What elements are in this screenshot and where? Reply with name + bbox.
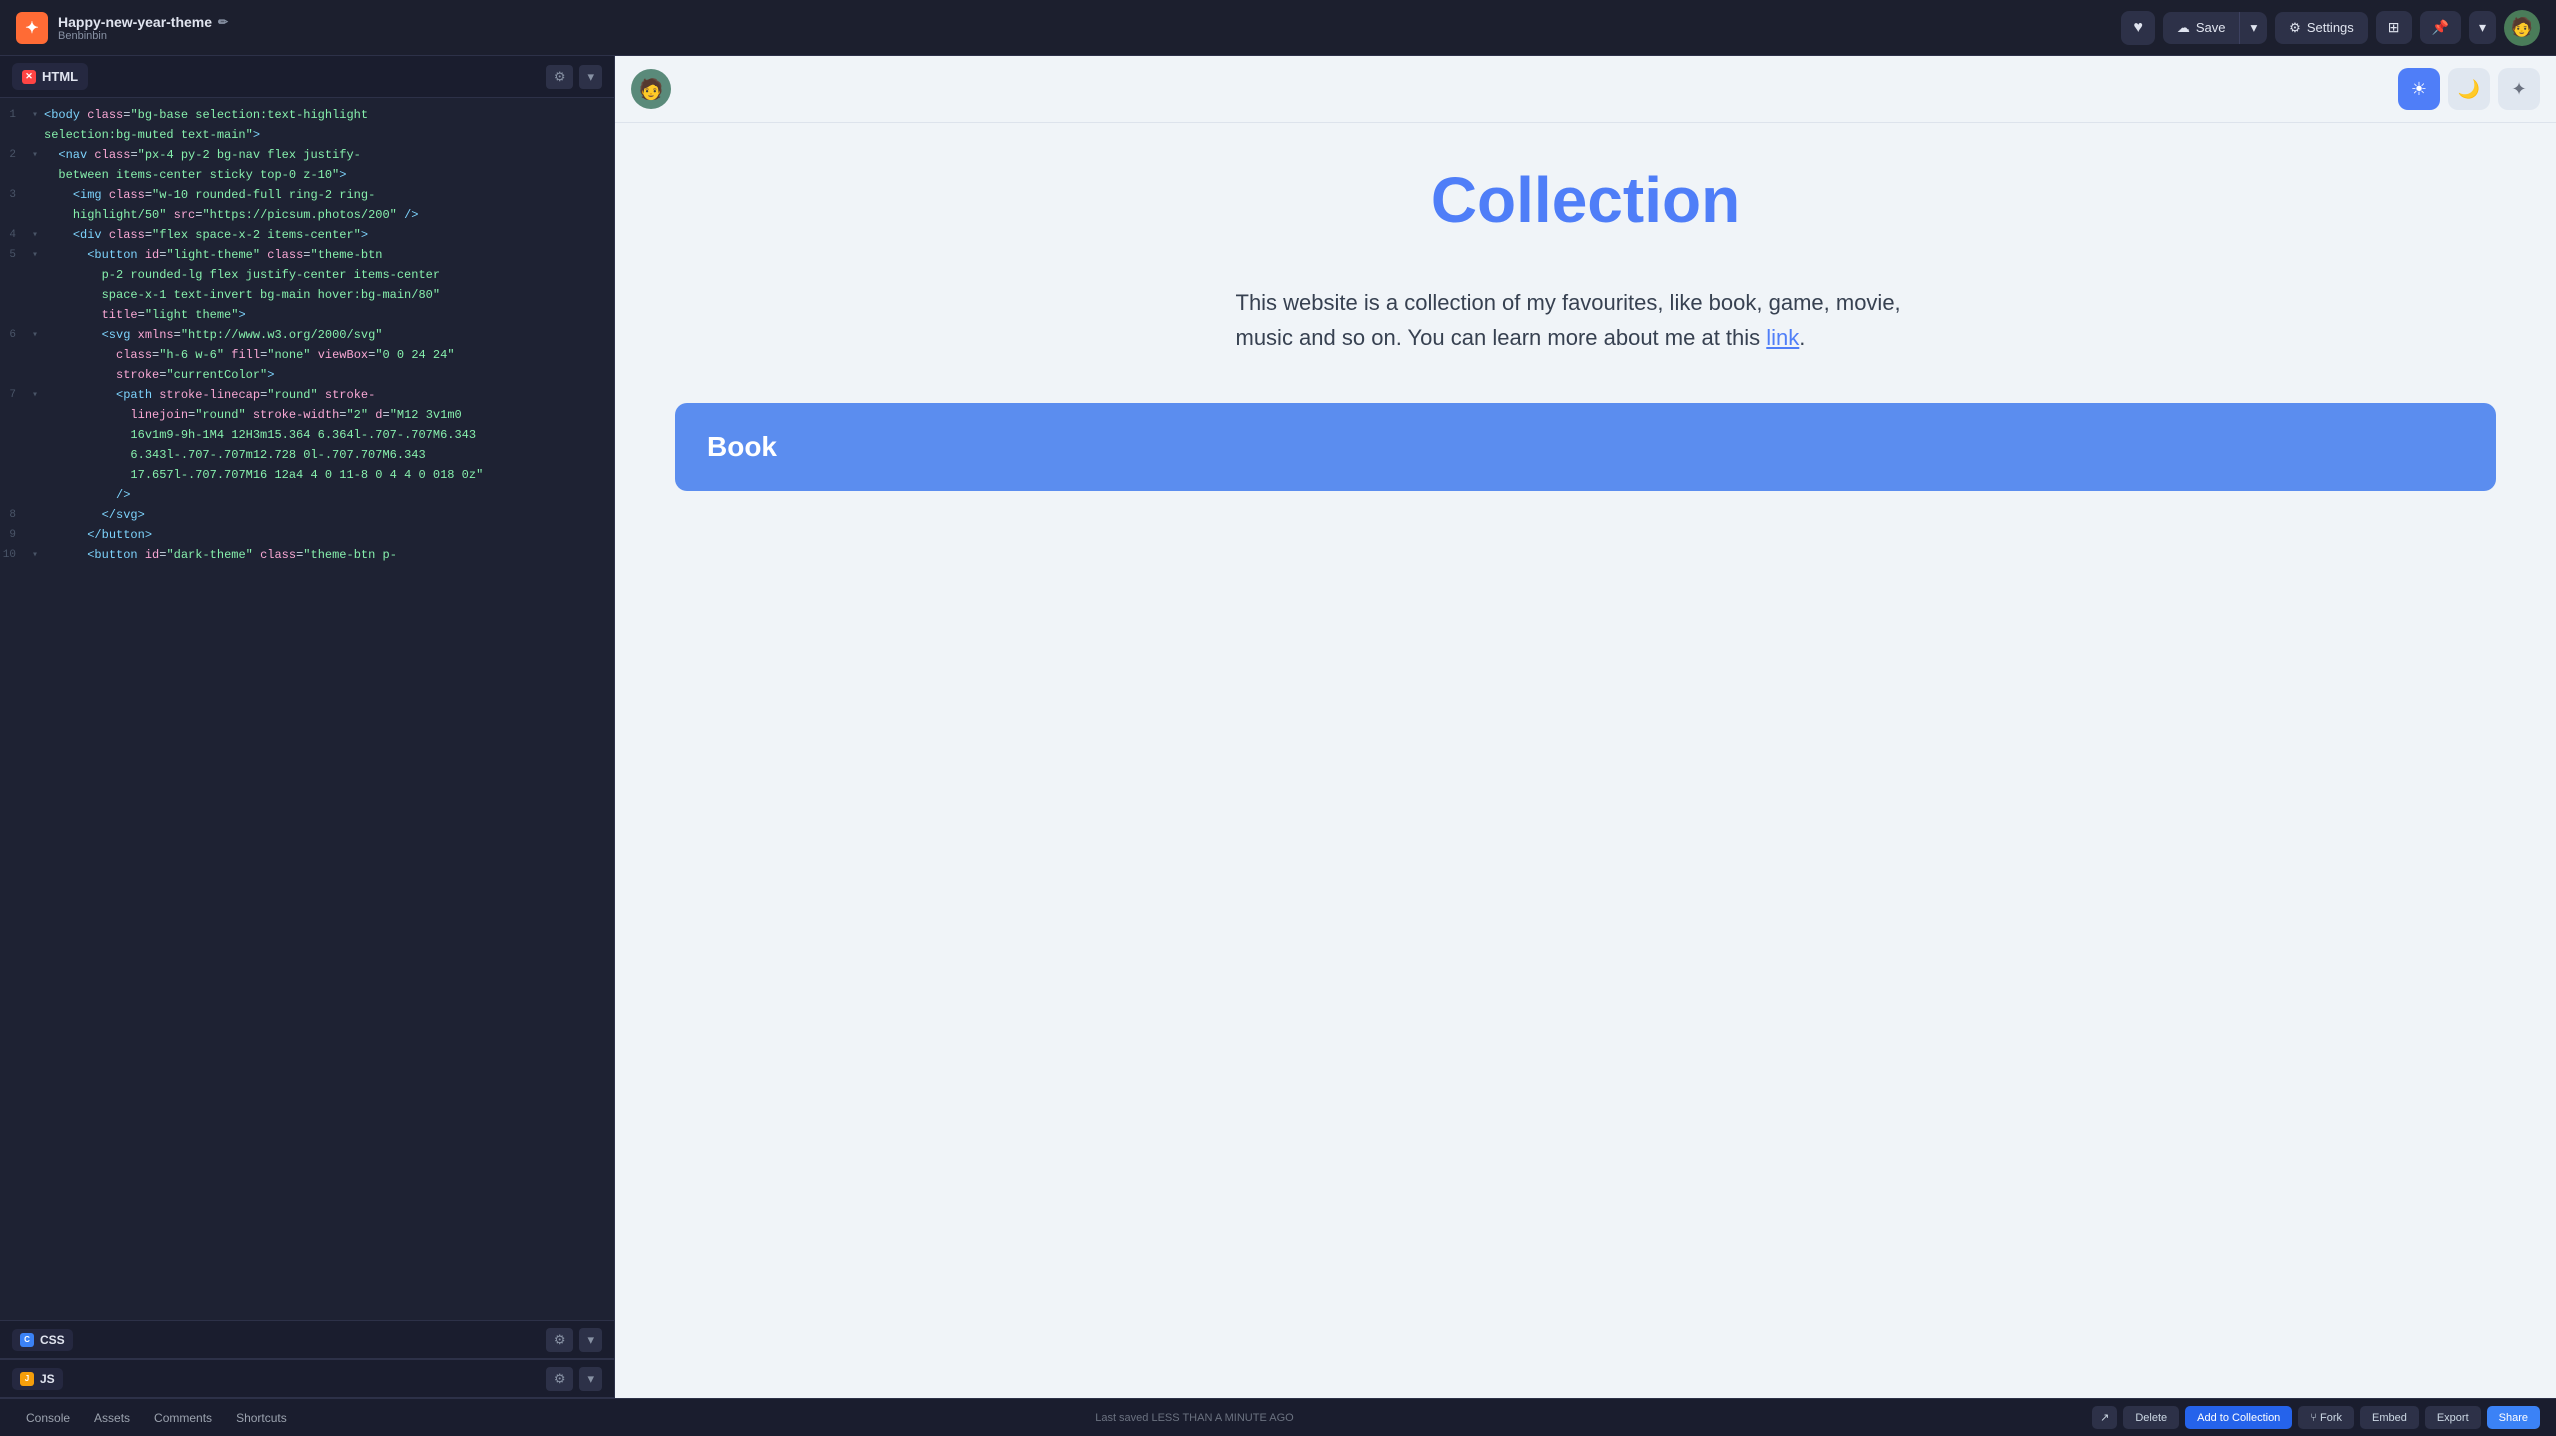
code-line: 8 </svg> [0, 506, 614, 526]
css-tab-section: C CSS ⚙ ▾ [0, 1320, 614, 1359]
code-line: space-x-1 text-invert bg-main hover:bg-m… [0, 286, 614, 306]
code-line: 7 ▾ <path stroke-linecap="round" stroke- [0, 386, 614, 406]
edit-icon[interactable]: ✏ [218, 15, 228, 29]
status-right: ↗ Delete Add to Collection ⑂ Fork Embed … [2092, 1406, 2540, 1429]
export-button[interactable]: Export [2425, 1406, 2481, 1429]
tab-gear-button[interactable]: ⚙ [546, 65, 574, 89]
preview-header: 🧑 ☀ 🌙 ✦ [615, 56, 2556, 123]
tab-actions: ⚙ ▾ [546, 65, 602, 89]
fork-icon: ⑂ [2310, 1412, 2317, 1424]
header: ✦ Happy-new-year-theme ✏ Benbinbin ♥ ☁ S… [0, 0, 2556, 56]
js-gear-button[interactable]: ⚙ [546, 1367, 574, 1391]
code-line: linejoin="round" stroke-width="2" d="M12… [0, 406, 614, 426]
css-tab-actions: ⚙ ▾ [546, 1328, 602, 1352]
light-theme-button[interactable]: ☀ [2398, 68, 2440, 110]
code-line: title="light theme"> [0, 306, 614, 326]
html-tab-indicator: ✕ [22, 70, 36, 84]
code-line: stroke="currentColor"> [0, 366, 614, 386]
code-line: between items-center sticky top-0 z-10"> [0, 166, 614, 186]
js-tab-section: J JS ⚙ ▾ [0, 1359, 614, 1398]
avatar[interactable]: 🧑 [2504, 10, 2540, 46]
css-tab-indicator: C [20, 1333, 34, 1347]
assets-button[interactable]: Assets [84, 1407, 140, 1429]
preview-title: Collection [675, 163, 2496, 237]
preview-panel: 🧑 ☀ 🌙 ✦ Collection This website is a col… [615, 56, 2556, 1398]
code-line: 1 ▾ <body class="bg-base selection:text-… [0, 106, 614, 126]
comments-button[interactable]: Comments [144, 1407, 222, 1429]
save-group: ☁ Save ▾ [2163, 12, 2267, 44]
star-theme-button[interactable]: ✦ [2498, 68, 2540, 110]
header-right: ♥ ☁ Save ▾ ⚙ Settings ⊞ 📌 ▾ 🧑 [2121, 10, 2540, 46]
css-tab-bar: C CSS ⚙ ▾ [0, 1321, 614, 1359]
more-button[interactable]: ▾ [2469, 11, 2496, 44]
code-line: 17.657l-.707.707M16 12a4 4 0 11-8 0 4 4 … [0, 466, 614, 486]
status-bar: Console Assets Comments Shortcuts Last s… [0, 1398, 2556, 1436]
chevron-down-icon: ▾ [2479, 19, 2486, 35]
pin-icon: 📌 [2432, 19, 2449, 35]
code-line: 9 </button> [0, 526, 614, 546]
dark-theme-button[interactable]: 🌙 [2448, 68, 2490, 110]
code-line: highlight/50" src="https://picsum.photos… [0, 206, 614, 226]
add-to-collection-button[interactable]: Add to Collection [2185, 1406, 2292, 1429]
code-line: /> [0, 486, 614, 506]
logo-icon: ✦ [16, 12, 48, 44]
share-button[interactable]: Share [2487, 1406, 2540, 1429]
delete-button[interactable]: Delete [2123, 1406, 2179, 1429]
header-left: ✦ Happy-new-year-theme ✏ Benbinbin [16, 12, 228, 44]
code-line: 16v1m9-9h-1M4 12H3m15.364 6.364l-.707-.7… [0, 426, 614, 446]
js-tab-indicator: J [20, 1372, 34, 1386]
project-name: Happy-new-year-theme ✏ [58, 14, 228, 30]
project-owner: Benbinbin [58, 30, 228, 42]
grid-view-button[interactable]: ⊞ [2376, 11, 2412, 44]
preview-content: Collection This website is a collection … [615, 123, 2556, 1398]
code-line: selection:bg-muted text-main"> [0, 126, 614, 146]
js-tab[interactable]: J JS [12, 1368, 63, 1390]
code-line: 6 ▾ <svg xmlns="http://www.w3.org/2000/s… [0, 326, 614, 346]
js-chevron-button[interactable]: ▾ [579, 1367, 602, 1391]
code-line: 5 ▾ <button id="light-theme" class="them… [0, 246, 614, 266]
embed-button[interactable]: Embed [2360, 1406, 2419, 1429]
project-info: Happy-new-year-theme ✏ Benbinbin [58, 14, 228, 42]
preview-link[interactable]: link [1766, 325, 1799, 350]
save-dropdown-button[interactable]: ▾ [2239, 12, 2267, 44]
code-line: 10 ▾ <button id="dark-theme" class="them… [0, 546, 614, 566]
js-tab-bar: J JS ⚙ ▾ [0, 1360, 614, 1398]
settings-button[interactable]: ⚙ Settings [2275, 12, 2368, 44]
last-saved-text: Last saved LESS THAN A MINUTE AGO [1095, 1412, 1293, 1424]
preview-book-card: Book [675, 403, 2496, 491]
save-button[interactable]: ☁ Save [2163, 12, 2240, 44]
pin-button[interactable]: 📌 [2420, 11, 2461, 44]
css-gear-button[interactable]: ⚙ [546, 1328, 574, 1352]
editor-panel: ✕ HTML ⚙ ▾ 1 ▾ <body class="bg-base sele… [0, 56, 615, 1398]
code-line: p-2 rounded-lg flex justify-center items… [0, 266, 614, 286]
code-line: class="h-6 w-6" fill="none" viewBox="0 0… [0, 346, 614, 366]
code-line: 2 ▾ <nav class="px-4 py-2 bg-nav flex ju… [0, 146, 614, 166]
css-tab[interactable]: C CSS [12, 1329, 73, 1351]
shortcuts-button[interactable]: Shortcuts [226, 1407, 297, 1429]
settings-gear-icon: ⚙ [2289, 20, 2301, 36]
code-line: 3 <img class="w-10 rounded-full ring-2 r… [0, 186, 614, 206]
heart-button[interactable]: ♥ [2121, 11, 2155, 45]
main-area: ✕ HTML ⚙ ▾ 1 ▾ <body class="bg-base sele… [0, 56, 2556, 1398]
code-line: 4 ▾ <div class="flex space-x-2 items-cen… [0, 226, 614, 246]
save-cloud-icon: ☁ [2177, 20, 2190, 36]
css-chevron-button[interactable]: ▾ [579, 1328, 602, 1352]
code-line: 6.343l-.707-.707m12.728 0l-.707.707M6.34… [0, 446, 614, 466]
js-tab-actions: ⚙ ▾ [546, 1367, 602, 1391]
preview-description: This website is a collection of my favou… [1236, 285, 1936, 355]
console-button[interactable]: Console [16, 1407, 80, 1429]
preview-avatar: 🧑 [631, 69, 671, 109]
html-tab[interactable]: ✕ HTML [12, 63, 88, 90]
open-external-button[interactable]: ↗ [2092, 1406, 2117, 1429]
fork-button[interactable]: ⑂ Fork [2298, 1406, 2354, 1429]
theme-buttons: ☀ 🌙 ✦ [2398, 68, 2540, 110]
html-tab-bar: ✕ HTML ⚙ ▾ [0, 56, 614, 98]
open-external-icon: ↗ [2100, 1412, 2109, 1424]
tab-chevron-button[interactable]: ▾ [579, 65, 602, 89]
status-left: Console Assets Comments Shortcuts [16, 1407, 297, 1429]
code-editor[interactable]: 1 ▾ <body class="bg-base selection:text-… [0, 98, 614, 1320]
grid-icon: ⊞ [2388, 19, 2400, 35]
